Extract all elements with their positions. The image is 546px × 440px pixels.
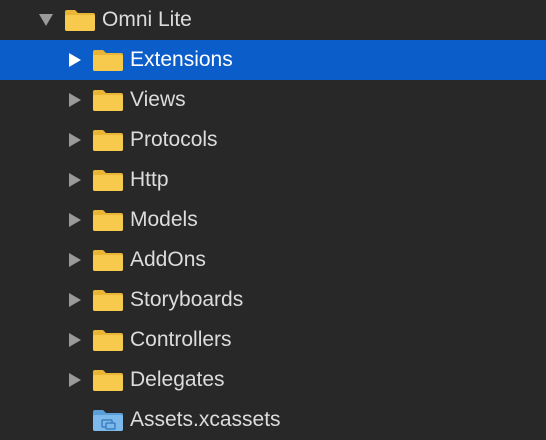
asset-catalog-icon	[93, 410, 123, 431]
disclosure-triangle-icon[interactable]	[65, 80, 85, 120]
tree-row-label: Storyboards	[130, 288, 244, 311]
tree-row-label: Models	[130, 208, 198, 231]
tree-row-views[interactable]: Views	[0, 80, 546, 120]
project-navigator: Omni Lite Extensions Views Protocols Htt…	[0, 0, 546, 440]
disclosure-triangle-icon[interactable]	[65, 200, 85, 240]
folder-icon	[93, 290, 123, 311]
folder-icon	[93, 370, 123, 391]
folder-icon	[93, 90, 123, 111]
folder-icon	[93, 330, 123, 351]
folder-icon	[93, 170, 123, 191]
folder-icon	[93, 130, 123, 151]
tree-row-storyboards[interactable]: Storyboards	[0, 280, 546, 320]
tree-row-label: Assets.xcassets	[130, 408, 281, 431]
disclosure-triangle-icon[interactable]	[65, 160, 85, 200]
folder-icon	[93, 210, 123, 231]
disclosure-triangle-icon[interactable]	[65, 240, 85, 280]
tree-row-models[interactable]: Models	[0, 200, 546, 240]
folder-icon	[93, 50, 123, 71]
tree-row-http[interactable]: Http	[0, 160, 546, 200]
tree-row-label: Delegates	[130, 368, 225, 391]
disclosure-triangle-icon[interactable]	[65, 360, 85, 400]
tree-row-label: AddOns	[130, 248, 206, 271]
tree-row-label: Http	[130, 168, 169, 191]
disclosure-triangle-icon[interactable]	[65, 280, 85, 320]
tree-row-label: Protocols	[130, 128, 218, 151]
tree-row-label: Views	[130, 88, 186, 111]
tree-row-label: Extensions	[130, 48, 233, 71]
disclosure-triangle-icon[interactable]	[65, 120, 85, 160]
folder-icon	[65, 10, 95, 31]
tree-row-assets-xcassets[interactable]: Assets.xcassets	[0, 400, 546, 440]
tree-row-addons[interactable]: AddOns	[0, 240, 546, 280]
tree-row-label: Omni Lite	[102, 8, 192, 31]
tree-row-extensions[interactable]: Extensions	[0, 40, 546, 80]
tree-row-protocols[interactable]: Protocols	[0, 120, 546, 160]
tree-row-delegates[interactable]: Delegates	[0, 360, 546, 400]
disclosure-triangle-icon[interactable]	[65, 320, 85, 360]
tree-row-label: Controllers	[130, 328, 232, 351]
folder-icon	[93, 250, 123, 271]
tree-row-omni-lite[interactable]: Omni Lite	[0, 0, 546, 40]
disclosure-triangle-icon[interactable]	[65, 40, 85, 80]
disclosure-triangle-expanded-icon[interactable]	[36, 0, 56, 40]
tree-row-controllers[interactable]: Controllers	[0, 320, 546, 360]
